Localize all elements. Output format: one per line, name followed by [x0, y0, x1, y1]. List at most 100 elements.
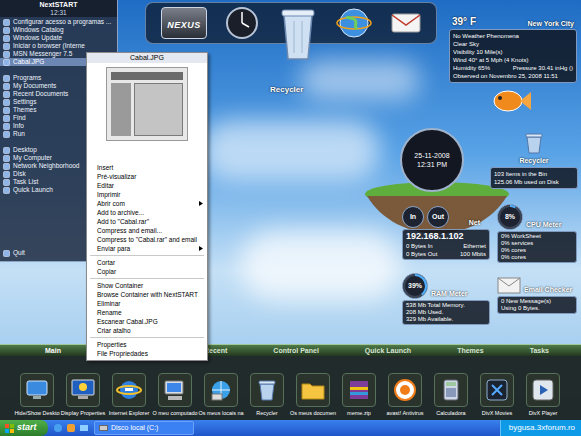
dock-item[interactable]: Calculadora [428, 373, 474, 417]
email-title: Email Checker [524, 285, 572, 296]
weather-box: No Weather PhenomenaClear SkyVisibility … [449, 29, 577, 83]
dock-item[interactable]: Os meus locais na [198, 373, 244, 417]
nexus-logo-text: NEXUS [167, 20, 201, 30]
preview-body [111, 83, 183, 136]
context-menu-item[interactable]: Add to archive... [87, 208, 207, 217]
item-icon [3, 59, 10, 66]
dock-item-frame [434, 373, 468, 407]
net-cell: 100 Mbits [460, 250, 486, 258]
context-menu-item[interactable]: Add to "Cabal.rar" [87, 217, 207, 226]
top-dock: NEXUS [145, 2, 437, 44]
context-menu-item[interactable]: Eliminar [87, 299, 207, 308]
desktop-quick-icon[interactable] [79, 423, 89, 433]
start-button[interactable]: start [0, 420, 48, 436]
clock-time: 12:31 PM [417, 160, 447, 169]
dock-item[interactable]: meme.zip [336, 373, 382, 417]
context-menu-item[interactable]: Properties [87, 340, 207, 349]
weather-line: No Weather Phenomena [453, 32, 573, 40]
start-menu-label: Cabal.JPG [13, 58, 44, 66]
gauge-reading: 39% [408, 281, 422, 292]
start-menu-item[interactable]: Windows Catalog [0, 26, 117, 34]
context-menu-label: Add to "Cabal.rar" [97, 217, 149, 226]
context-menu-item[interactable]: Rename [87, 308, 207, 317]
context-menu-item[interactable]: Browse Container with NextSTART [87, 290, 207, 299]
item-icon [3, 27, 10, 34]
context-menu-item[interactable]: Escanear Cabal.JPG [87, 317, 207, 326]
dock-item[interactable]: DivX Movies [474, 373, 520, 417]
item-icon [3, 123, 10, 130]
recycler-icon[interactable] [278, 5, 318, 75]
context-menu-item[interactable]: Show Container [87, 281, 207, 290]
nexus-logo[interactable]: NEXUS [161, 7, 207, 39]
recycler-line: 125.06 Mb used on Disk [494, 178, 574, 186]
dock-item[interactable]: O meu computado [152, 373, 198, 417]
cpu-line: 0% WorkSheet [501, 233, 573, 240]
start-menu-item[interactable]: Configurar acesso a programas ... [0, 18, 117, 26]
dock-item-frame [66, 373, 100, 407]
globe-icon[interactable] [336, 5, 372, 41]
dock-item-label: DivX Movies [482, 410, 513, 417]
ram-line: 329 Mb Available. [406, 316, 486, 323]
display-icon [70, 377, 96, 403]
gauge: 8% [497, 204, 523, 230]
start-menu-label: Programs [13, 74, 41, 82]
network-icon [208, 377, 234, 403]
weather-line: Clear Sky [453, 40, 573, 48]
net-out-button[interactable]: Out [427, 206, 449, 228]
mail-icon[interactable] [391, 11, 421, 35]
start-menu-label: Settings [13, 98, 37, 106]
dock-item-label: Os meus locais na [198, 410, 243, 417]
clock-icon[interactable] [225, 6, 259, 40]
context-menu-item[interactable]: Compress to "Cabal.rar" and email [87, 235, 207, 244]
context-menu-label: Add to archive... [97, 208, 144, 217]
ie-quick-icon[interactable] [53, 423, 63, 433]
recycler-box: 103 Items in the Bin125.06 Mb used on Di… [490, 167, 578, 189]
start-menu-item[interactable]: Iniciar o browser (Interne [0, 42, 117, 50]
context-menu-item[interactable]: Editar [87, 181, 207, 190]
net-in-button[interactable]: In [402, 206, 424, 228]
start-menu-label: Configurar acesso a programas ... [13, 18, 111, 26]
context-menu-item[interactable]: Copiar [87, 267, 207, 276]
dock-tab[interactable]: Control Panel [273, 345, 319, 356]
start-menu-label: Disk [13, 170, 26, 178]
net-row: 0 Bytes InEthernet [406, 242, 486, 250]
start-menu-title: NextSTART [40, 1, 78, 9]
dock-item-label: Os meus documen [290, 410, 336, 417]
dock-tab[interactable]: Tasks [530, 345, 549, 356]
dock-item-frame [204, 373, 238, 407]
media-quick-icon[interactable] [66, 423, 76, 433]
start-menu-label: Iniciar o browser (Interne [13, 42, 85, 50]
dock-tab[interactable]: Quick Launch [365, 345, 411, 356]
ram-box: 538 Mb Total Memory.208 Mb Used.329 Mb A… [402, 300, 490, 325]
context-menu-item[interactable]: Imprimir [87, 190, 207, 199]
taskbar-button[interactable]: Disco local (C:) [94, 421, 194, 435]
context-menu-label: Cortar [97, 258, 115, 267]
dock-item[interactable]: Os meus documen [290, 373, 336, 417]
dock-item[interactable]: Internet Explorer [106, 373, 152, 417]
context-menu-item[interactable]: Insert [87, 163, 207, 172]
dock-item[interactable]: Hide/Show Deskto [14, 373, 60, 417]
preview-block [134, 83, 183, 136]
start-menu-label: Windows Catalog [13, 26, 64, 34]
context-menu-item[interactable]: Criar atalho [87, 326, 207, 335]
start-menu-time: 12:31 [50, 9, 66, 16]
context-menu-item[interactable]: Compress and email... [87, 226, 207, 235]
item-icon [3, 147, 10, 154]
context-menu-item[interactable]: File Propriedades [87, 349, 207, 358]
context-menu-item[interactable]: Enviar para [87, 244, 207, 253]
context-menu-item[interactable]: Cortar [87, 258, 207, 267]
email-line: Using 0 Bytes. [501, 305, 573, 312]
context-menu-label: Copiar [97, 267, 116, 276]
start-menu-item[interactable]: Windows Update [0, 34, 117, 42]
context-menu-item[interactable]: Pré-visualizar [87, 172, 207, 181]
cpu-widget: 8%CPU Meter0% WorkSheet0% services0% cor… [497, 204, 577, 263]
dock-item[interactable]: DivX Player [520, 373, 566, 417]
dock-item[interactable]: Display Properties [60, 373, 106, 417]
clock-date: 25-11-2008 [414, 151, 449, 160]
dock-tab[interactable]: Themes [457, 345, 483, 356]
dock-item[interactable]: avast! Antivirus [382, 373, 428, 417]
dock-item[interactable]: Recycler [244, 373, 290, 417]
dock-tab[interactable]: Main [45, 345, 61, 356]
context-menu-item[interactable]: Abrir com [87, 199, 207, 208]
ram-widget: 39%RAM Meter538 Mb Total Memory.208 Mb U… [402, 273, 490, 325]
